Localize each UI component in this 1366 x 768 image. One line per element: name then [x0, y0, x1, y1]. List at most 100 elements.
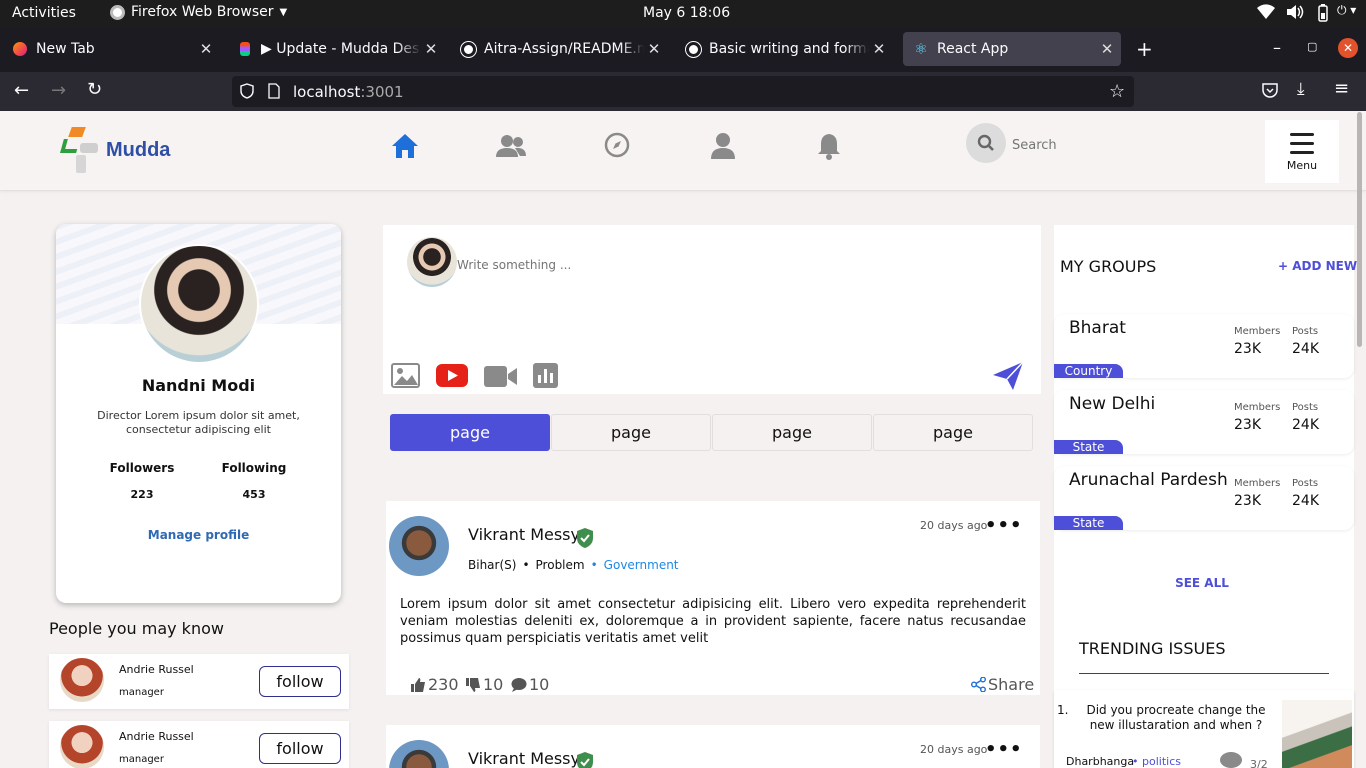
close-window-button[interactable]: ✕	[1338, 38, 1358, 58]
react-icon: ⚛	[914, 40, 928, 58]
profile-icon[interactable]	[709, 131, 739, 161]
send-icon[interactable]	[992, 361, 1024, 395]
url-text[interactable]: localhost:3001	[293, 83, 404, 101]
avatar[interactable]	[139, 244, 259, 364]
dislike-button[interactable]: 10	[465, 675, 503, 694]
clock[interactable]: May 6 18:06	[643, 5, 730, 21]
close-icon[interactable]: ✕	[644, 40, 664, 58]
reload-button[interactable]: ↻	[87, 79, 102, 100]
following-label: Following	[221, 461, 287, 475]
back-button[interactable]: ←	[14, 80, 29, 101]
maximize-button[interactable]: ▢	[1307, 40, 1317, 53]
minimize-button[interactable]: –	[1273, 38, 1281, 57]
follow-button[interactable]: follow	[259, 666, 341, 697]
activities-button[interactable]: Activities	[12, 5, 76, 21]
github-icon	[460, 41, 476, 57]
browser-nav-bar: ← → ↻ localhost:3001 ☆ ⤓ ≡	[0, 72, 1366, 111]
trending-location[interactable]: Dharbhanga	[1066, 755, 1134, 768]
person-name[interactable]: Andrie Russel	[119, 663, 194, 676]
tab-new-tab[interactable]: New Tab ✕	[2, 32, 220, 66]
group-card[interactable]: New Delhi Members Posts 23K 24K State	[1054, 390, 1354, 454]
firefox-icon	[12, 41, 28, 57]
group-name: Arunachal Pardesh	[1069, 470, 1228, 490]
search-input[interactable]	[1012, 133, 1242, 157]
group-card[interactable]: Bharat Members Posts 23K 24K Country	[1054, 314, 1354, 378]
tab-readme[interactable]: Aitra-Assign/README.md ✕	[450, 32, 668, 66]
tab-label: React App	[937, 41, 1009, 57]
new-tab-button[interactable]: +	[1136, 37, 1153, 61]
tab-update-mudda[interactable]: ▶ Update - Mudda Desktop ✕	[227, 32, 445, 66]
avatar[interactable]	[60, 725, 104, 768]
search-icon[interactable]	[966, 123, 1006, 163]
close-icon[interactable]: ✕	[421, 40, 441, 58]
volume-icon[interactable]	[1286, 4, 1304, 24]
post-location[interactable]: Bihar(S)	[468, 558, 516, 572]
share-label: Share	[988, 675, 1035, 694]
download-icon[interactable]: ⤓	[1297, 79, 1305, 99]
page-tab[interactable]: page	[873, 414, 1033, 451]
compass-icon[interactable]	[603, 131, 633, 161]
youtube-icon[interactable]	[436, 364, 468, 391]
home-icon[interactable]	[390, 131, 420, 161]
avatar[interactable]	[389, 740, 449, 768]
more-options-icon[interactable]: •••	[985, 515, 1023, 536]
avatar[interactable]	[60, 658, 104, 702]
close-icon[interactable]: ✕	[1097, 40, 1117, 58]
battery-icon[interactable]	[1316, 4, 1330, 26]
post-author[interactable]: Vikrant Messy	[468, 525, 580, 544]
comment-icon	[511, 677, 527, 692]
logo[interactable]: Mudda	[60, 125, 170, 175]
post-time: 20 days ago	[920, 743, 988, 756]
page-tab[interactable]: page	[712, 414, 872, 451]
post-author[interactable]: Vikrant Messy	[468, 749, 580, 768]
page-scrollbar[interactable]	[1357, 112, 1362, 347]
more-options-icon[interactable]: •••	[985, 739, 1023, 760]
close-icon[interactable]: ✕	[196, 40, 216, 58]
post-composer	[383, 225, 1041, 394]
shield-icon[interactable]	[240, 83, 254, 103]
groups-icon[interactable]	[495, 131, 526, 161]
avatar[interactable]	[389, 516, 449, 576]
post-category[interactable]: Problem	[536, 558, 585, 572]
wifi-icon[interactable]	[1257, 4, 1275, 24]
bookmark-star-icon[interactable]: ☆	[1109, 81, 1125, 102]
close-icon[interactable]: ✕	[869, 40, 889, 58]
post-tag[interactable]: Government	[604, 558, 679, 572]
bell-icon[interactable]	[815, 131, 845, 161]
page-tab[interactable]: page	[390, 414, 550, 451]
posts-label: Posts	[1292, 478, 1319, 489]
post-card: Vikrant Messy 20 days ago •••	[386, 725, 1040, 768]
comment-button[interactable]: 10	[511, 675, 549, 694]
group-card[interactable]: Arunachal Pardesh Members Posts 23K 24K …	[1054, 466, 1354, 530]
tab-basic-writing[interactable]: Basic writing and formatting ✕	[675, 32, 893, 66]
app-menu[interactable]: Firefox Web Browser ▼	[110, 4, 287, 20]
system-top-bar: Activities Firefox Web Browser ▼ May 6 1…	[0, 0, 1366, 27]
share-button[interactable]: Share	[971, 675, 1034, 694]
menu-button[interactable]: Menu	[1265, 120, 1339, 183]
trending-tag[interactable]: • politics	[1132, 755, 1181, 768]
person-name[interactable]: Andrie Russel	[119, 730, 194, 743]
manage-profile-link[interactable]: Manage profile	[56, 528, 341, 542]
person-role: manager	[119, 687, 164, 698]
post-input[interactable]	[457, 255, 1017, 275]
forward-button[interactable]: →	[51, 80, 66, 101]
app-name: Firefox Web Browser	[131, 4, 274, 20]
image-icon[interactable]	[391, 363, 420, 392]
video-icon[interactable]	[484, 366, 518, 391]
see-all-link[interactable]: SEE ALL	[1054, 576, 1350, 590]
thumbs-down-icon	[466, 677, 480, 692]
page-icon[interactable]	[268, 83, 280, 103]
avatar[interactable]	[407, 237, 457, 287]
post-meta: Bihar(S) • Problem • Government	[468, 558, 679, 572]
pocket-icon[interactable]	[1261, 81, 1279, 103]
url-bar[interactable]: localhost:3001 ☆	[232, 76, 1134, 107]
page-tab[interactable]: page	[551, 414, 711, 451]
poll-icon[interactable]	[533, 363, 558, 392]
hamburger-menu-icon[interactable]: ≡	[1334, 78, 1349, 99]
power-menu-icon[interactable]: ⏻ ▾	[1337, 3, 1356, 18]
tab-react-app[interactable]: ⚛ React App ✕	[903, 32, 1121, 66]
follow-button[interactable]: follow	[259, 733, 341, 764]
add-group-button[interactable]: + ADD NEW	[1278, 259, 1357, 273]
trending-item[interactable]: 1. Did you procreate change the new illu…	[1054, 690, 1354, 768]
like-button[interactable]: 230	[410, 675, 459, 694]
